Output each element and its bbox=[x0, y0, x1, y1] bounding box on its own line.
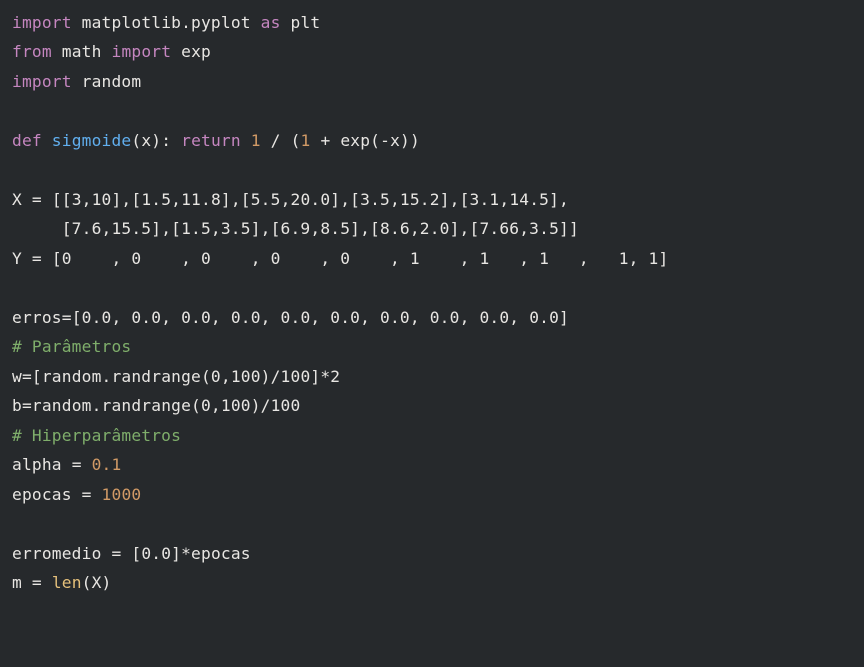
identifier: w bbox=[12, 367, 22, 386]
code-line: m = len(X) bbox=[12, 573, 112, 592]
code-editor[interactable]: import matplotlib.pyplot as plt from mat… bbox=[0, 0, 864, 606]
indent bbox=[12, 219, 62, 238]
number: 1000 bbox=[102, 485, 142, 504]
operator: = bbox=[111, 544, 121, 563]
identifier: b bbox=[12, 396, 22, 415]
list-literal: [7.6,15.5],[1.5,3.5],[6.9,8.5],[8.6,2.0]… bbox=[62, 219, 579, 238]
paren: )) bbox=[400, 131, 420, 150]
code-line: import matplotlib.pyplot as plt bbox=[12, 13, 320, 32]
module-name: matplotlib.pyplot bbox=[82, 13, 251, 32]
identifier: alpha bbox=[12, 455, 62, 474]
keyword-import: import bbox=[112, 42, 172, 61]
code-line: import random bbox=[12, 72, 141, 91]
expression: [random.randrange(0,100)/100]*2 bbox=[32, 367, 340, 386]
operator: = bbox=[22, 367, 32, 386]
code-line: X = [[3,10],[1.5,11.8],[5.5,20.0],[3.5,1… bbox=[12, 190, 569, 209]
operator: = bbox=[32, 190, 42, 209]
module-name: random bbox=[82, 72, 142, 91]
identifier: erros bbox=[12, 308, 62, 327]
number: 0.1 bbox=[92, 455, 122, 474]
code-line: b=random.randrange(0,100)/100 bbox=[12, 396, 300, 415]
keyword-return: return bbox=[181, 131, 241, 150]
call-args: (X) bbox=[82, 573, 112, 592]
operator: - bbox=[380, 131, 390, 150]
code-line: # Parâmetros bbox=[12, 337, 131, 356]
operator: = bbox=[32, 249, 42, 268]
comment: # Hiperparâmetros bbox=[12, 426, 181, 445]
operator: + bbox=[320, 131, 330, 150]
operator: = bbox=[22, 396, 32, 415]
code-line: erromedio = [0.0]*epocas bbox=[12, 544, 251, 563]
code-line: def sigmoide(x): return 1 / (1 + exp(-x)… bbox=[12, 131, 420, 150]
code-line: w=[random.randrange(0,100)/100]*2 bbox=[12, 367, 340, 386]
operator: / bbox=[271, 131, 281, 150]
comment: # Parâmetros bbox=[12, 337, 131, 356]
code-line: erros=[0.0, 0.0, 0.0, 0.0, 0.0, 0.0, 0.0… bbox=[12, 308, 569, 327]
expression: [0.0]*epocas bbox=[131, 544, 250, 563]
keyword-as: as bbox=[261, 13, 281, 32]
list-literal: [[3,10],[1.5,11.8],[5.5,20.0],[3.5,15.2]… bbox=[52, 190, 569, 209]
identifier: epocas bbox=[12, 485, 72, 504]
expression: random.randrange(0,100)/100 bbox=[32, 396, 301, 415]
builtin-call: len bbox=[52, 573, 82, 592]
operator: = bbox=[82, 485, 92, 504]
list-literal: [0 , 0 , 0 , 0 , 0 , 1 , 1 , 1 , 1, 1] bbox=[52, 249, 669, 268]
keyword-from: from bbox=[12, 42, 52, 61]
call: exp( bbox=[340, 131, 380, 150]
operator: = bbox=[32, 573, 42, 592]
code-line: alpha = 0.1 bbox=[12, 455, 121, 474]
identifier: x bbox=[390, 131, 400, 150]
alias: plt bbox=[291, 13, 321, 32]
keyword-import: import bbox=[12, 72, 72, 91]
number: 1 bbox=[251, 131, 261, 150]
operator: = bbox=[72, 455, 82, 474]
identifier: m bbox=[12, 573, 22, 592]
code-line: epocas = 1000 bbox=[12, 485, 141, 504]
keyword-import: import bbox=[12, 13, 72, 32]
params: (x): bbox=[131, 131, 171, 150]
code-line: from math import exp bbox=[12, 42, 211, 61]
operator: = bbox=[62, 308, 72, 327]
module-name: math bbox=[62, 42, 102, 61]
keyword-def: def bbox=[12, 131, 42, 150]
code-line: Y = [0 , 0 , 0 , 0 , 0 , 1 , 1 , 1 , 1, … bbox=[12, 249, 668, 268]
code-line: # Hiperparâmetros bbox=[12, 426, 181, 445]
imported-name: exp bbox=[181, 42, 211, 61]
identifier: X bbox=[12, 190, 22, 209]
identifier: Y bbox=[12, 249, 22, 268]
function-name: sigmoide bbox=[52, 131, 132, 150]
list-literal: [0.0, 0.0, 0.0, 0.0, 0.0, 0.0, 0.0, 0.0,… bbox=[72, 308, 569, 327]
code-line: [7.6,15.5],[1.5,3.5],[6.9,8.5],[8.6,2.0]… bbox=[12, 219, 579, 238]
paren: ( bbox=[291, 131, 301, 150]
identifier: erromedio bbox=[12, 544, 102, 563]
number: 1 bbox=[301, 131, 311, 150]
